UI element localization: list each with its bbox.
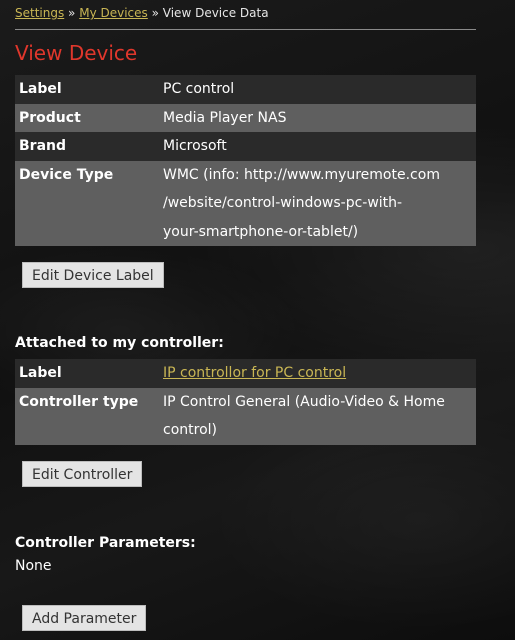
row-label: Device Type: [15, 160, 163, 246]
row-value: Media Player NAS: [163, 103, 476, 132]
table-row: Device Type WMC (info: http://www.myurem…: [15, 160, 476, 246]
edit-controller-button[interactable]: Edit Controller: [22, 461, 143, 487]
controller-type-line: control): [163, 422, 217, 438]
parameters-value: None: [15, 558, 52, 574]
page-title: View Device: [15, 41, 138, 65]
table-row: Label IP controllor for PC control: [15, 359, 476, 388]
row-value: IP controllor for PC control: [163, 359, 476, 388]
breadcrumb-my-devices-link[interactable]: My Devices: [79, 6, 148, 20]
controller-link[interactable]: IP controllor for PC control: [163, 365, 346, 381]
controller-info-table: Label IP controllor for PC control Contr…: [15, 359, 476, 445]
row-label: Label: [15, 75, 163, 104]
device-type-line: WMC (info: http://www.myuremote.com: [163, 166, 440, 183]
row-label: Product: [15, 103, 163, 132]
row-value: WMC (info: http://www.myuremote.com /web…: [163, 160, 476, 246]
controller-parameters-heading: Controller Parameters:: [15, 535, 196, 551]
table-row: Product Media Player NAS: [15, 103, 476, 132]
add-parameter-button[interactable]: Add Parameter: [22, 605, 147, 631]
header-divider: [15, 29, 476, 30]
attached-controller-heading: Attached to my controller:: [15, 335, 224, 351]
table-row: Brand Microsoft: [15, 132, 476, 161]
row-value: Microsoft: [163, 132, 476, 161]
controller-type-line: IP Control General (Audio-Video & Home: [163, 393, 445, 410]
table-row: Controller type IP Control General (Audi…: [15, 387, 476, 445]
device-type-line: your-smartphone-or-tablet/): [163, 223, 359, 240]
row-label: Label: [15, 359, 163, 388]
breadcrumb: Settings » My Devices » View Device Data: [15, 6, 269, 20]
row-value: PC control: [163, 75, 476, 104]
table-row: Label PC control: [15, 75, 476, 104]
breadcrumb-settings-link[interactable]: Settings: [15, 6, 64, 20]
device-info-table: Label PC control Product Media Player NA…: [15, 75, 476, 246]
breadcrumb-separator: »: [151, 6, 159, 20]
edit-device-label-button[interactable]: Edit Device Label: [22, 262, 164, 288]
row-value: IP Control General (Audio-Video & Home c…: [163, 387, 476, 445]
device-type-line: /website/control-windows-pc-with-: [163, 195, 403, 211]
breadcrumb-current: View Device Data: [162, 6, 269, 20]
row-label: Brand: [15, 132, 163, 161]
row-label: Controller type: [15, 387, 163, 445]
breadcrumb-separator: »: [68, 6, 76, 20]
